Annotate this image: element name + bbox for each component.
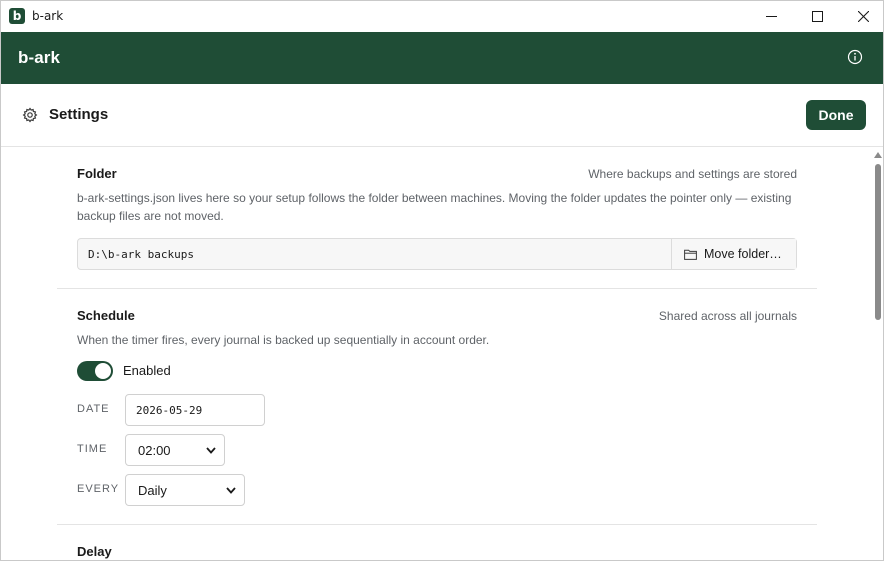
- time-label: TIME: [77, 443, 108, 455]
- chevron-down-icon: [226, 487, 236, 494]
- schedule-enabled-label: Enabled: [123, 363, 171, 378]
- settings-content: Folder Where backups and settings are st…: [1, 148, 871, 560]
- date-label: DATE: [77, 403, 110, 415]
- scroll-up-arrow[interactable]: [874, 152, 882, 158]
- time-select-value: 02:00: [138, 442, 171, 458]
- close-icon: [857, 11, 869, 22]
- settings-header: Settings Done: [1, 84, 883, 147]
- window-titlebar[interactable]: b b-ark: [1, 1, 883, 32]
- minimize-icon: [765, 16, 777, 17]
- scrollbar-thumb[interactable]: [875, 164, 881, 320]
- close-button[interactable]: [840, 1, 883, 32]
- folder-description: b-ark-settings.json lives here so your s…: [77, 191, 792, 223]
- info-icon: [847, 49, 863, 65]
- folder-section-hint: Where backups and settings are stored: [588, 167, 797, 181]
- frequency-select[interactable]: Daily: [125, 474, 245, 506]
- minimize-button[interactable]: [748, 1, 794, 32]
- maximize-icon: [811, 11, 823, 22]
- schedule-enabled-toggle[interactable]: [77, 361, 113, 381]
- brand-title: b-ark: [18, 48, 61, 67]
- move-folder-label: Move folder…: [704, 247, 782, 261]
- toggle-knob: [95, 363, 111, 379]
- gear-icon: [22, 107, 38, 123]
- section-divider: [57, 288, 817, 289]
- folder-icon: [684, 249, 697, 260]
- delay-section-title: Delay: [77, 544, 112, 559]
- app-window: b b-ark b-ark Settings Done Folder Where…: [0, 0, 884, 561]
- schedule-description: When the timer fires, every journal is b…: [77, 333, 490, 347]
- done-button[interactable]: Done: [806, 100, 866, 130]
- every-label: EVERY: [77, 483, 120, 495]
- maximize-button[interactable]: [794, 1, 840, 32]
- schedule-section-title: Schedule: [77, 308, 135, 323]
- folder-section-title: Folder: [77, 166, 117, 181]
- date-input[interactable]: [125, 394, 265, 426]
- info-button[interactable]: [847, 49, 863, 65]
- move-folder-button[interactable]: Move folder…: [671, 239, 796, 269]
- folder-path-field: D:\b-ark backups Move folder…: [77, 238, 797, 270]
- folder-path-value: D:\b-ark backups: [88, 248, 194, 261]
- schedule-section-hint: Shared across all journals: [658, 309, 797, 323]
- section-divider: [57, 524, 817, 525]
- chevron-down-icon: [206, 447, 216, 454]
- frequency-select-value: Daily: [138, 482, 167, 498]
- time-select[interactable]: 02:00: [125, 434, 225, 466]
- app-header: b-ark: [1, 32, 883, 84]
- page-title: Settings: [49, 106, 109, 123]
- app-icon: b: [9, 8, 25, 24]
- content-scrollbar[interactable]: [871, 148, 883, 560]
- window-title: b-ark: [32, 9, 64, 23]
